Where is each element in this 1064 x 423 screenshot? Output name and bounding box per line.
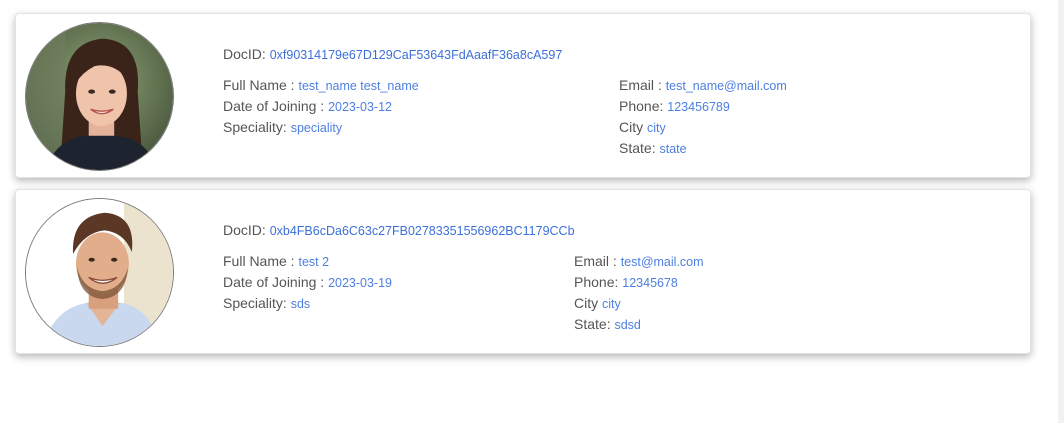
info-column-left: Full Name : test_name test_name Date of …	[223, 75, 419, 138]
speciality-label: Speciality:	[223, 295, 287, 311]
docid-value: 0xf90314179e67D129CaF53643FdAaafF36a8cA5…	[269, 48, 563, 62]
info-column-right: Email : test@mail.com Phone: 12345678 Ci…	[574, 251, 704, 335]
docid-value: 0xb4FB6cDa6C63c27FB02783351556962BC1179C…	[269, 224, 575, 238]
doctor-portrait-man-icon	[26, 199, 173, 346]
phone-row: Phone: 123456789	[619, 96, 787, 117]
email-row: Email : test@mail.com	[574, 251, 704, 272]
email-row: Email : test_name@mail.com	[619, 75, 787, 96]
state-row: State: state	[619, 138, 787, 159]
date-of-joining-row: Date of Joining : 2023-03-19	[223, 272, 392, 293]
info-column-right: Email : test_name@mail.com Phone: 123456…	[619, 75, 787, 159]
docid-line: DocID: 0xb4FB6cDa6C63c27FB02783351556962…	[223, 222, 575, 238]
email-value: test_name@mail.com	[665, 79, 787, 93]
city-value: city	[602, 297, 621, 311]
full-name-value: test_name test_name	[298, 79, 419, 93]
doctor-card: DocID: 0xf90314179e67D129CaF53643FdAaafF…	[15, 13, 1031, 178]
docid-label: DocID:	[223, 222, 266, 238]
email-label: Email :	[619, 77, 662, 93]
state-value: sdsd	[614, 318, 641, 332]
speciality-label: Speciality:	[223, 119, 287, 135]
speciality-value: speciality	[290, 121, 343, 135]
avatar	[25, 22, 174, 171]
city-label: City	[574, 295, 599, 311]
state-row: State: sdsd	[574, 314, 704, 335]
email-value: test@mail.com	[620, 255, 704, 269]
city-row: City city	[574, 293, 704, 314]
doctor-card: DocID: 0xb4FB6cDa6C63c27FB02783351556962…	[15, 189, 1031, 354]
date-of-joining-label: Date of Joining :	[223, 98, 325, 114]
phone-value: 123456789	[667, 100, 730, 114]
full-name-label: Full Name :	[223, 77, 295, 93]
email-label: Email :	[574, 253, 617, 269]
city-value: city	[647, 121, 666, 135]
state-label: State:	[619, 140, 656, 156]
phone-label: Phone:	[619, 98, 664, 114]
full-name-row: Full Name : test_name test_name	[223, 75, 419, 96]
doctor-info: DocID: 0xb4FB6cDa6C63c27FB02783351556962…	[223, 190, 1030, 353]
full-name-label: Full Name :	[223, 253, 295, 269]
date-of-joining-value: 2023-03-12	[328, 100, 393, 114]
docid-line: DocID: 0xf90314179e67D129CaF53643FdAaafF…	[223, 46, 562, 62]
city-row: City city	[619, 117, 787, 138]
scrollbar-track[interactable]	[1058, 0, 1064, 423]
full-name-row: Full Name : test 2	[223, 251, 392, 272]
speciality-row: Speciality: sds	[223, 293, 392, 314]
state-label: State:	[574, 316, 611, 332]
date-of-joining-label: Date of Joining :	[223, 274, 325, 290]
info-column-left: Full Name : test 2 Date of Joining : 202…	[223, 251, 392, 314]
avatar	[25, 198, 174, 347]
doctor-info: DocID: 0xf90314179e67D129CaF53643FdAaafF…	[223, 14, 1030, 177]
state-value: state	[659, 142, 687, 156]
phone-label: Phone:	[574, 274, 619, 290]
date-of-joining-value: 2023-03-19	[328, 276, 393, 290]
phone-row: Phone: 12345678	[574, 272, 704, 293]
full-name-value: test 2	[298, 255, 330, 269]
docid-label: DocID:	[223, 46, 266, 62]
speciality-row: Speciality: speciality	[223, 117, 419, 138]
phone-value: 12345678	[622, 276, 678, 290]
date-of-joining-row: Date of Joining : 2023-03-12	[223, 96, 419, 117]
speciality-value: sds	[290, 297, 311, 311]
city-label: City	[619, 119, 644, 135]
doctor-portrait-woman-icon	[26, 23, 173, 170]
